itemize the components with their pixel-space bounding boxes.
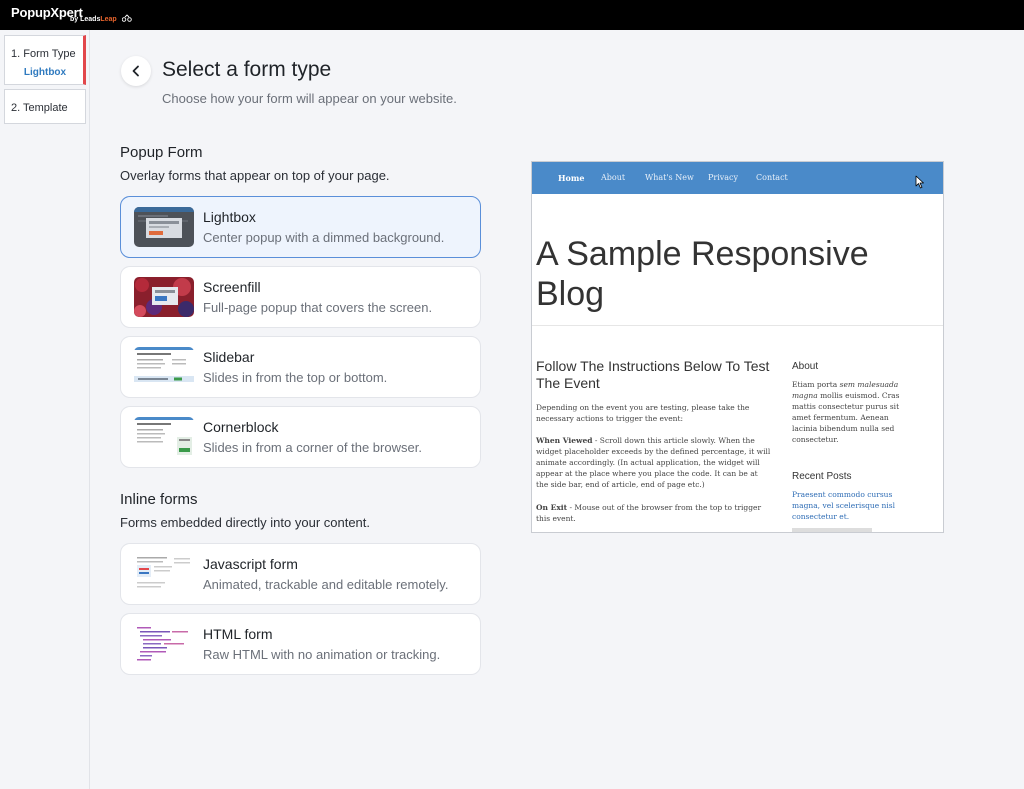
preview-paragraph-2: When Viewed - Scroll down this article s… (536, 435, 772, 490)
inline-section-description: Forms embedded directly into your conten… (120, 515, 371, 530)
form-type-screenfill-card[interactable]: Screenfill Full-page popup that covers t… (120, 266, 481, 328)
card-title: Lightbox (203, 209, 256, 225)
brand-byline-prefix: by Leads (70, 16, 101, 23)
steps-sidebar (0, 30, 90, 789)
brand-byline: by LeadsLeap (70, 16, 117, 23)
preview-nav-contact: Contact (756, 173, 788, 182)
card-title: HTML form (203, 626, 273, 642)
leadsleap-logo-icon (122, 14, 132, 22)
brand-byline-suffix: Leap (100, 16, 117, 23)
chevron-left-icon (132, 65, 139, 77)
page-title: Select a form type (162, 58, 332, 81)
step-label: 2. Template (11, 102, 68, 114)
javascript-form-thumbnail (134, 554, 194, 594)
preview-recent-title: Recent Posts (792, 471, 852, 482)
preview-truncated-line (792, 528, 872, 532)
preview-paragraph-1: Depending on the event you are testing, … (536, 403, 750, 423)
step-template[interactable]: 2. Template (4, 89, 86, 124)
step-selection: Lightbox (23, 67, 67, 78)
preview-nav-home: Home (558, 173, 585, 183)
popup-section-description: Overlay forms that appear on top of your… (120, 168, 390, 183)
card-title: Javascript form (203, 556, 298, 572)
preview-paragraph-2-label: When Viewed (536, 436, 593, 445)
card-title: Screenfill (203, 279, 261, 295)
form-type-html-card[interactable]: HTML form Raw HTML with no animation or … (120, 613, 481, 675)
preview-about-title: About (792, 361, 819, 372)
preview-nav-whats-new: What's New (645, 173, 694, 182)
cornerblock-thumbnail (134, 417, 194, 457)
preview-hero-title: A Sample Responsive Blog (536, 235, 869, 313)
card-title: Slidebar (203, 349, 255, 365)
form-type-cornerblock-card[interactable]: Cornerblock Slides in from a corner of t… (120, 406, 481, 468)
back-button[interactable] (121, 56, 151, 86)
screenfill-thumbnail (134, 277, 194, 317)
preview-divider (532, 325, 943, 326)
lightbox-thumbnail (134, 207, 194, 247)
form-type-preview: Home About What's New Privacy Contact A … (531, 161, 944, 533)
preview-about-text-1: Etiam porta (792, 380, 840, 389)
preview-paragraph-3-text: - Mouse out of the browser from the top … (536, 503, 762, 523)
preview-article-title: Follow The Instructions Below To Test Th… (536, 358, 770, 391)
form-type-javascript-card[interactable]: Javascript form Animated, trackable and … (120, 543, 481, 605)
preview-nav-privacy: Privacy (708, 173, 739, 182)
page-subtitle: Choose how your form will appear on your… (162, 91, 457, 106)
card-description: Center popup with a dimmed background. (203, 230, 445, 245)
preview-nav-bar: Home About What's New Privacy Contact (532, 162, 943, 194)
popup-section-title: Popup Form (120, 144, 203, 161)
card-description: Slides in from a corner of the browser. (203, 440, 422, 455)
preview-recent-link: Praesent commodo cursus magna, vel scele… (792, 490, 896, 521)
preview-about-text: Etiam porta sem malesuada magna mollis e… (792, 379, 902, 445)
slidebar-thumbnail (134, 347, 194, 387)
top-bar: PopupXpert by LeadsLeap (0, 0, 1024, 30)
card-title: Cornerblock (203, 419, 279, 435)
preview-paragraph-3: On Exit - Mouse out of the browser from … (536, 502, 772, 524)
card-description: Animated, trackable and editable remotel… (203, 577, 449, 592)
preview-nav-about: About (601, 173, 626, 182)
step-form-type[interactable]: 1. Form Type Lightbox (4, 35, 86, 85)
card-description: Full-page popup that covers the screen. (203, 300, 433, 315)
inline-section-title: Inline forms (120, 491, 198, 508)
form-type-lightbox-card[interactable]: Lightbox Center popup with a dimmed back… (120, 196, 481, 258)
html-form-thumbnail (134, 624, 194, 664)
mouse-cursor-icon (915, 175, 924, 189)
card-description: Raw HTML with no animation or tracking. (203, 647, 441, 662)
step-label: 1. Form Type (11, 48, 76, 60)
preview-paragraph-3-label: On Exit (536, 503, 568, 512)
card-description: Slides in from the top or bottom. (203, 370, 388, 385)
form-type-slidebar-card[interactable]: Slidebar Slides in from the top or botto… (120, 336, 481, 398)
